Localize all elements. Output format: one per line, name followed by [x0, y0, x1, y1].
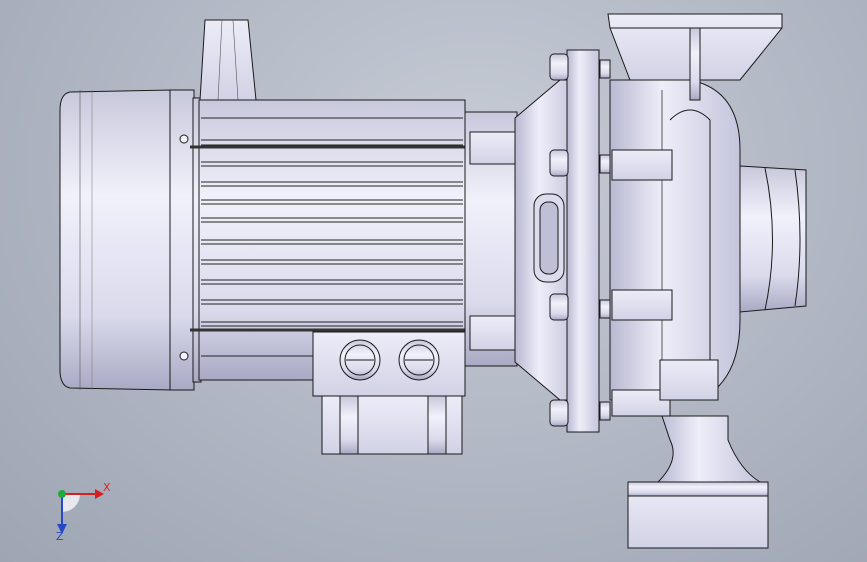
fan-cover — [59, 89, 173, 391]
y-axis-dot — [58, 490, 66, 498]
screw-bottom — [179, 351, 189, 361]
volute-casing — [609, 79, 741, 401]
casing-rib — [659, 359, 719, 401]
z-axis-label: Z — [56, 530, 64, 543]
pump-support — [656, 415, 762, 483]
screw-top — [179, 134, 189, 144]
casing-flange — [566, 49, 600, 433]
cad-viewport[interactable]: X Z — [0, 0, 867, 562]
coordinate-triad: X Z — [40, 478, 120, 548]
pump-3d-model[interactable] — [0, 0, 867, 562]
lifting-lug — [199, 19, 257, 101]
terminal-box — [312, 331, 466, 397]
x-axis-label: X — [103, 481, 111, 494]
